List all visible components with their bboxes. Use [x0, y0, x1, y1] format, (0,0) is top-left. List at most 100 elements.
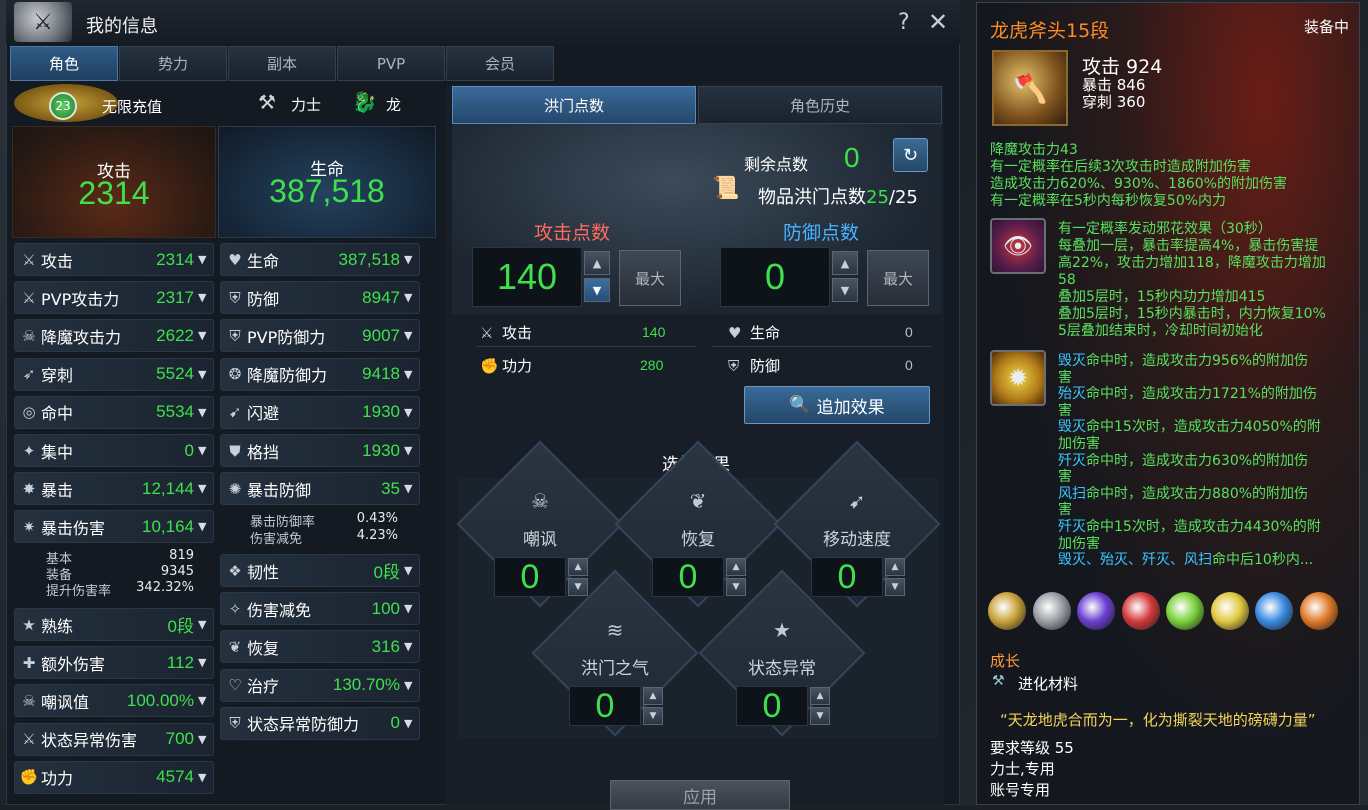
chevron-down-icon[interactable]: ▼: [198, 694, 210, 707]
chevron-down-icon[interactable]: ▼: [404, 602, 416, 615]
evil-eye-gem-icon: 👁: [990, 218, 1046, 274]
attack-max-button[interactable]: 最大: [619, 250, 681, 306]
green-orb-icon[interactable]: [1166, 592, 1204, 630]
stat-row[interactable]: ✸ 暴击 12,144 ▼: [14, 472, 214, 506]
stat-row[interactable]: ⚔ 攻击 2314 ▼: [14, 243, 214, 276]
skill-effect-line: 歼灭命中15次时，造成攻击力4430%的附: [1058, 519, 1321, 536]
stat-row[interactable]: ➹ 闪避 1930 ▼: [220, 395, 420, 429]
effect-down-button[interactable]: ▼: [726, 578, 746, 596]
tab-member[interactable]: 会员: [446, 46, 554, 81]
tab-character[interactable]: 角色: [10, 46, 118, 81]
chevron-down-icon[interactable]: ▼: [198, 733, 210, 746]
chevron-down-icon[interactable]: ▼: [404, 253, 416, 266]
stat-row[interactable]: ◎ 命中 5534 ▼: [14, 395, 214, 429]
chevron-down-icon[interactable]: ▼: [404, 717, 416, 730]
stat-row[interactable]: ✷ 暴击伤害 10,164 ▼: [14, 510, 214, 544]
stat-row[interactable]: ✺ 暴击防御 35 ▼: [220, 472, 420, 506]
chevron-down-icon[interactable]: ▼: [198, 368, 210, 381]
attack-points-down-button[interactable]: ▼: [584, 278, 610, 302]
yellow-orb-icon[interactable]: [1210, 592, 1249, 630]
stat-row[interactable]: ✦ 集中 0 ▼: [14, 434, 214, 467]
chevron-down-icon[interactable]: ▼: [404, 482, 416, 495]
chevron-down-icon[interactable]: ▼: [198, 656, 210, 669]
chevron-down-icon[interactable]: ▼: [198, 771, 210, 784]
class-restriction: 力士,专用: [990, 760, 1055, 778]
effect-up-button[interactable]: ▲: [810, 687, 830, 705]
stat-row[interactable]: ✚ 额外伤害 112 ▼: [14, 646, 214, 680]
effect-up-button[interactable]: ▲: [885, 558, 905, 576]
star-icon: ★: [773, 618, 791, 642]
add-effect-button[interactable]: 🔍 追加效果: [744, 386, 930, 424]
tab-faction[interactable]: 势力: [119, 46, 227, 81]
stat-row[interactable]: ❖ 韧性 0段 ▼: [220, 554, 420, 587]
stat-row[interactable]: ➶ 穿刺 5524 ▼: [14, 357, 214, 391]
chevron-down-icon[interactable]: ▼: [404, 679, 416, 692]
stat-row[interactable]: ✧ 伤害减免 100 ▼: [220, 592, 420, 626]
effect-down-button[interactable]: ▼: [885, 578, 905, 596]
red-orb-icon[interactable]: [1121, 592, 1160, 630]
chevron-down-icon[interactable]: ▼: [198, 406, 210, 419]
stat-row[interactable]: ⛨ PVP防御力 9007 ▼: [220, 319, 420, 353]
attack-points-up-button[interactable]: ▲: [584, 251, 610, 275]
chevron-down-icon[interactable]: ▼: [198, 253, 210, 266]
chevron-down-icon[interactable]: ▼: [404, 329, 416, 342]
effect-down-button[interactable]: ▼: [643, 707, 663, 725]
stat-row[interactable]: ⛨ 状态异常防御力 0 ▼: [220, 706, 420, 740]
stat-row[interactable]: ★ 熟练 0段 ▼: [14, 608, 214, 641]
defense-points-down-button[interactable]: ▼: [832, 278, 858, 302]
tab-pvp[interactable]: PVP: [337, 46, 445, 81]
chevron-down-icon[interactable]: ▼: [404, 640, 416, 653]
tab-hongmen-points[interactable]: 洪门点数: [452, 86, 696, 124]
purple-orb-icon[interactable]: [1077, 592, 1115, 630]
chevron-down-icon[interactable]: ▼: [404, 564, 416, 577]
defense-points-up-button[interactable]: ▲: [832, 251, 858, 275]
stat-row[interactable]: ♥ 生命 387,518 ▼: [220, 243, 420, 276]
blue-orb-icon[interactable]: [1255, 592, 1293, 630]
stat-row[interactable]: ⚔ PVP攻击力 2317 ▼: [14, 281, 214, 315]
defense-max-button[interactable]: 最大: [867, 250, 929, 306]
bonus-hp-label: 生命: [750, 324, 781, 342]
skill-text: 命中15次时，造成攻击力4050%的附: [1086, 419, 1321, 436]
help-button[interactable]: ?: [898, 10, 910, 35]
stat-row[interactable]: ⚔ 状态异常伤害 700 ▼: [14, 722, 214, 756]
apply-button[interactable]: 应用: [610, 780, 790, 810]
stat-row[interactable]: ⛊ 格挡 1930 ▼: [220, 434, 420, 467]
close-button[interactable]: ✕: [928, 8, 948, 36]
reset-points-button[interactable]: ↻: [893, 138, 928, 172]
bonus-hp-value: 0: [905, 324, 913, 340]
chevron-down-icon[interactable]: ▼: [404, 368, 416, 381]
stat-value: 100: [371, 598, 400, 618]
chevron-down-icon[interactable]: ▼: [404, 291, 416, 304]
effect-down-button[interactable]: ▼: [810, 707, 830, 725]
tab-dungeon[interactable]: 副本: [228, 46, 336, 81]
stat-row[interactable]: ✊ 功力 4574 ▼: [14, 760, 214, 794]
critical-icon: ✸: [22, 479, 36, 498]
divider: [476, 346, 696, 347]
tab-character-history[interactable]: 角色历史: [698, 86, 942, 124]
orange-orb-icon[interactable]: [1299, 592, 1338, 630]
chevron-down-icon[interactable]: ▼: [198, 618, 210, 631]
effect-up-button[interactable]: ▲: [643, 687, 663, 705]
chevron-down-icon[interactable]: ▼: [198, 291, 210, 304]
gold-orb-icon[interactable]: [988, 592, 1026, 630]
silver-orb-icon[interactable]: [1032, 592, 1071, 630]
chevron-down-icon[interactable]: ▼: [198, 444, 210, 457]
effect-down-button[interactable]: ▼: [568, 578, 588, 596]
stat-row[interactable]: ☠ 嘲讽值 100.00% ▼: [14, 684, 214, 718]
effect-up-button[interactable]: ▲: [726, 558, 746, 576]
stat-row[interactable]: ⛨ 防御 8947 ▼: [220, 281, 420, 315]
stat-row[interactable]: ♡ 治疗 130.70% ▼: [220, 668, 420, 702]
chevron-down-icon[interactable]: ▼: [404, 406, 416, 419]
stat-row[interactable]: ❂ 降魔防御力 9418 ▼: [220, 357, 420, 391]
stat-row[interactable]: ☠ 降魔攻击力 2622 ▼: [14, 319, 214, 353]
chevron-down-icon[interactable]: ▼: [198, 482, 210, 495]
stat-value: 5524: [156, 364, 194, 384]
stat-label: 命中: [41, 404, 74, 424]
effect-up-button[interactable]: ▲: [568, 558, 588, 576]
stat-value: 130.70%: [332, 675, 400, 695]
stat-row[interactable]: ❦ 恢复 316 ▼: [220, 630, 420, 664]
chevron-down-icon[interactable]: ▼: [404, 444, 416, 457]
evolve-material-link[interactable]: 进化材料: [1018, 673, 1078, 694]
chevron-down-icon[interactable]: ▼: [198, 520, 210, 533]
chevron-down-icon[interactable]: ▼: [198, 329, 210, 342]
